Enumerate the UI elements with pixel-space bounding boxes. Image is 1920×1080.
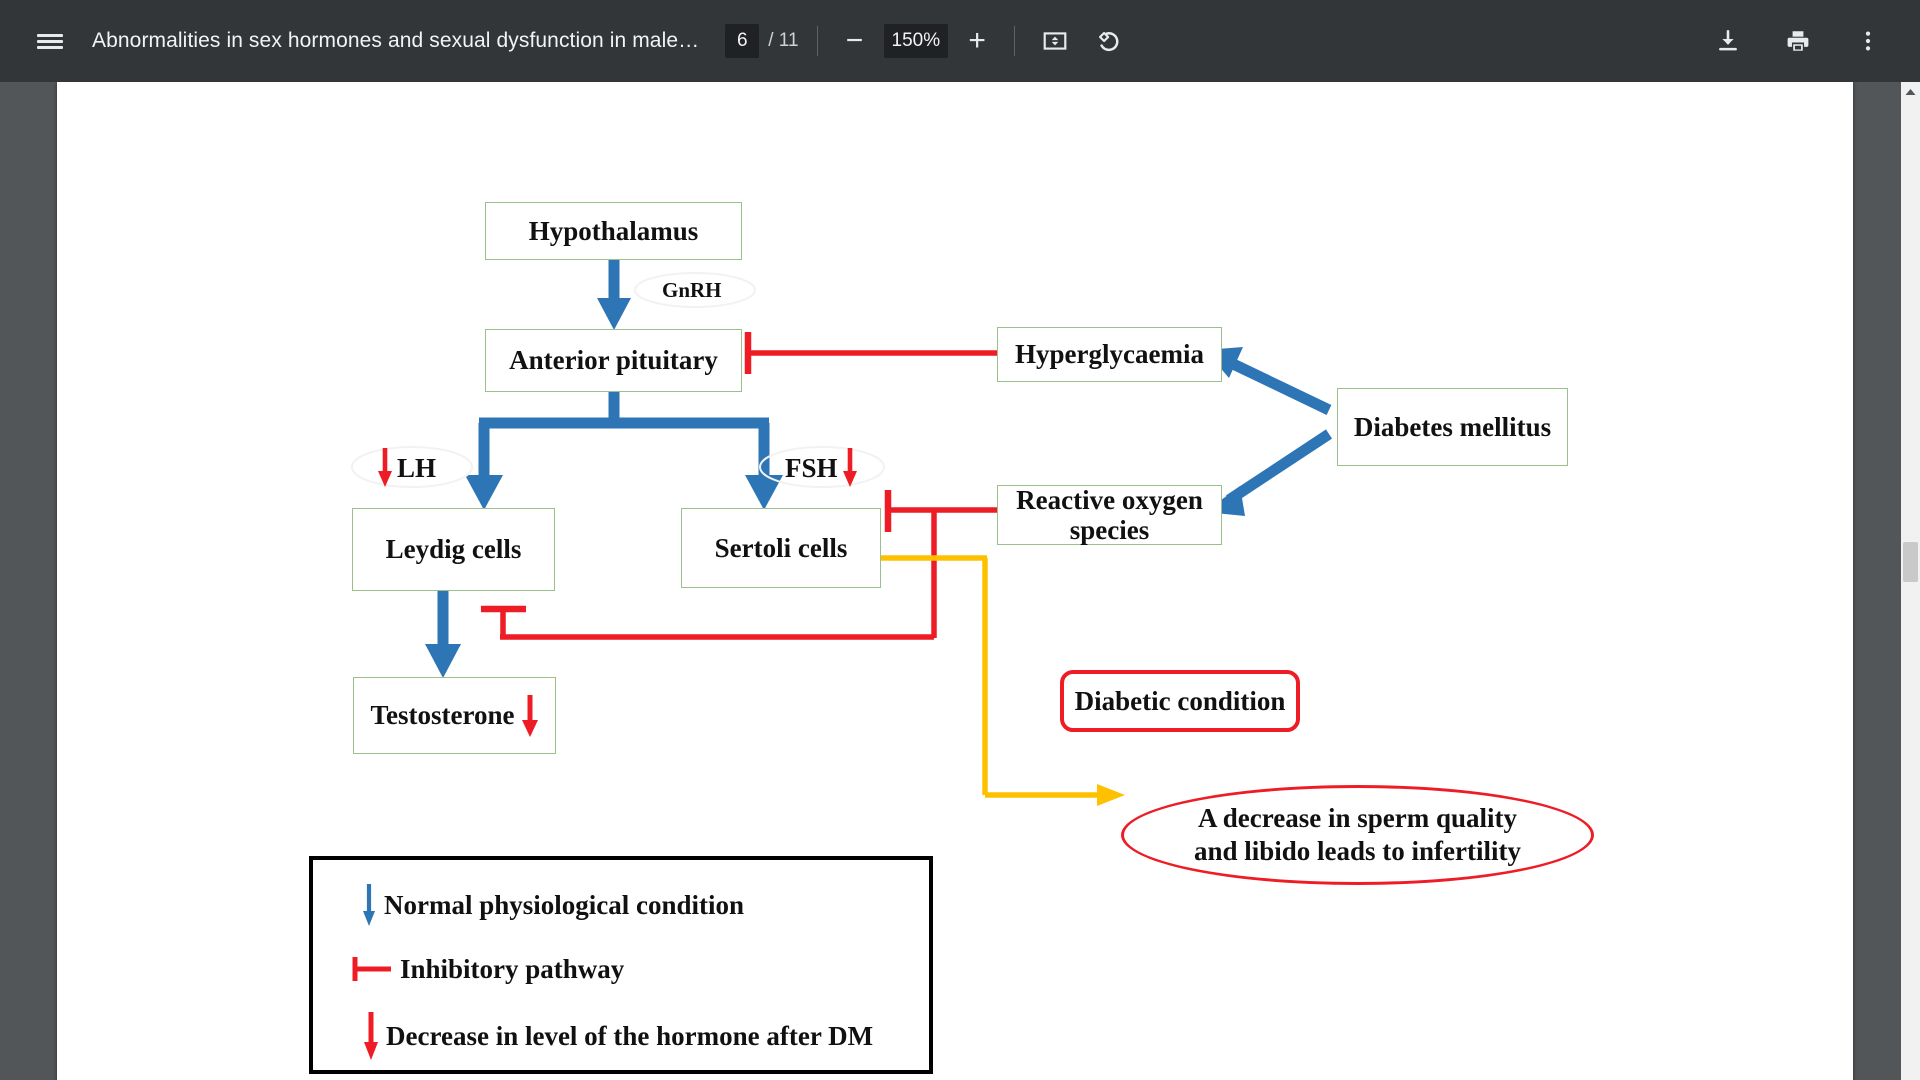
edge-hypothalamus-to-anterior	[597, 260, 631, 330]
node-ros-label-line1: Reactive oxygen	[1016, 484, 1203, 515]
fit-to-page-icon[interactable]	[1033, 19, 1077, 63]
zoom-out-button[interactable]: −	[836, 22, 874, 60]
node-diabetes-mellitus: Diabetes mellitus	[1337, 388, 1568, 466]
hamburger-menu-icon[interactable]	[28, 19, 72, 63]
pdf-toolbar: Abnormalities in sex hormones and sexual…	[0, 0, 1920, 82]
document-title: Abnormalities in sex hormones and sexual…	[92, 29, 700, 52]
edge-label-gnrh-text: GnRH	[662, 278, 722, 302]
vertical-scrollbar[interactable]	[1901, 82, 1920, 1080]
legend-box: Normal physiological condition Inhibitor…	[309, 856, 933, 1074]
edge-label-fsh-text: FSH	[785, 452, 838, 483]
scroll-up-arrow-icon[interactable]	[1901, 82, 1920, 101]
node-diabetic-condition: Diabetic condition	[1060, 670, 1300, 732]
edge-label-fsh: FSH	[785, 447, 858, 489]
red-inhibit-bar-icon	[352, 957, 391, 981]
fsh-decrease-arrow-icon	[842, 448, 857, 487]
menu-bar-line	[37, 31, 63, 52]
toolbar-divider	[816, 26, 818, 56]
node-testosterone-label: Testosterone	[370, 700, 515, 731]
lh-decrease-arrow-icon	[378, 448, 392, 487]
legend-item-inhibitory-pathway: Inhibitory pathway	[351, 952, 624, 986]
pdf-viewer-area[interactable]: Hypothalamus Anterior pituitary Leydig c…	[0, 82, 1920, 1080]
edge-label-gnrh: GnRH	[662, 278, 722, 303]
node-diabetes-mellitus-label: Diabetes mellitus	[1353, 411, 1552, 442]
node-sertoli-cells: Sertoli cells	[681, 508, 881, 588]
node-anterior-pituitary: Anterior pituitary	[485, 329, 742, 392]
legend-label-decrease-after-dm: Decrease in level of the hormone after D…	[386, 1020, 874, 1051]
node-hypothalamus: Hypothalamus	[485, 202, 742, 260]
edge-hyperglycaemia-inhibits-anterior	[744, 332, 997, 374]
toolbar-right-actions	[1706, 19, 1890, 63]
edge-diabetes-to-ros	[1205, 429, 1333, 516]
edge-diabetes-to-hyperglycaemia	[1205, 347, 1332, 415]
rotate-counterclockwise-icon[interactable]	[1087, 19, 1131, 63]
legend-label-inhibitory-pathway: Inhibitory pathway	[400, 953, 625, 984]
node-testosterone: Testosterone	[353, 677, 556, 754]
page-controls: / 11	[725, 24, 799, 58]
edge-anterior-split-bus	[465, 392, 783, 510]
legend-label-normal-physiological: Normal physiological condition	[384, 889, 745, 920]
node-anterior-pituitary-label: Anterior pituitary	[509, 345, 718, 376]
node-leydig-cells: Leydig cells	[352, 508, 555, 591]
node-infertility-outcome: A decrease in sperm quality and libido l…	[1121, 785, 1594, 885]
edge-leydig-to-testosterone	[425, 591, 461, 678]
node-hyperglycaemia-label: Hyperglycaemia	[1015, 339, 1204, 370]
node-hyperglycaemia: Hyperglycaemia	[997, 327, 1222, 382]
download-icon[interactable]	[1706, 19, 1750, 63]
edge-label-lh-text: LH	[397, 452, 437, 483]
zoom-controls: − 150% +	[836, 22, 997, 60]
zoom-level-value[interactable]: 150%	[883, 24, 949, 58]
node-hypothalamus-label: Hypothalamus	[528, 215, 699, 246]
node-reactive-oxygen-species: Reactive oxygen species	[997, 485, 1222, 545]
zoom-in-button[interactable]: +	[958, 22, 996, 60]
scrollbar-thumb[interactable]	[1903, 542, 1918, 582]
node-infertility-line1: A decrease in sperm quality	[1198, 803, 1517, 834]
red-down-arrow-icon	[364, 1012, 378, 1060]
legend-item-decrease-after-dm: Decrease in level of the hormone after D…	[363, 1010, 873, 1062]
blue-down-arrow-icon	[363, 884, 375, 926]
more-options-icon[interactable]	[1846, 19, 1890, 63]
node-ros-label-line2: species	[1069, 515, 1150, 545]
node-leydig-cells-label: Leydig cells	[385, 534, 522, 565]
testosterone-decrease-arrow-icon	[521, 694, 538, 737]
edge-ros-inhibits-sertoli	[884, 490, 997, 532]
print-icon[interactable]	[1776, 19, 1820, 63]
pdf-page: Hypothalamus Anterior pituitary Leydig c…	[57, 82, 1853, 1080]
node-sertoli-cells-label: Sertoli cells	[714, 532, 848, 563]
node-diabetic-condition-label: Diabetic condition	[1074, 685, 1286, 716]
node-infertility-line2: and libido leads to infertility	[1193, 836, 1522, 866]
figure-diagram: Hypothalamus Anterior pituitary Leydig c…	[57, 82, 1853, 1080]
edge-label-lh: LH	[377, 447, 436, 489]
page-count-label: / 11	[768, 30, 799, 51]
toolbar-divider-2	[1014, 26, 1016, 56]
page-number-input[interactable]	[725, 24, 760, 58]
legend-item-normal-physiological: Normal physiological condition	[361, 882, 744, 928]
